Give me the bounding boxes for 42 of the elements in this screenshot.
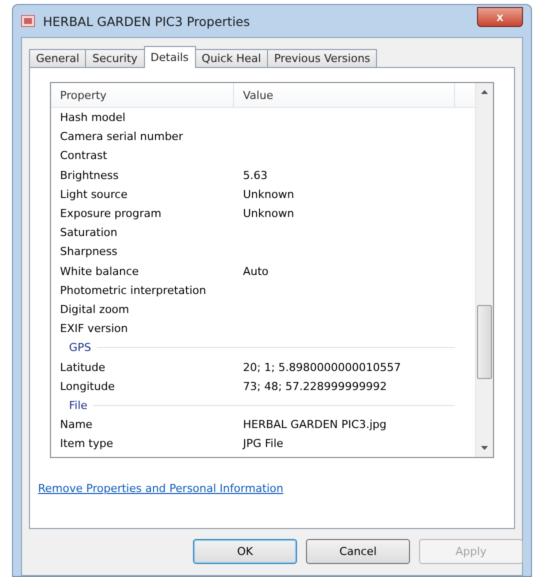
property-value: HERBAL GARDEN PIC3.jpg: [243, 418, 386, 432]
tab[interactable]: Security: [85, 49, 145, 68]
tab[interactable]: General: [29, 49, 86, 68]
property-name: White balance: [59, 264, 140, 278]
dialog-button[interactable]: Cancel: [306, 539, 410, 564]
property-value: Unknown: [243, 188, 294, 201]
property-value: Auto: [243, 264, 269, 278]
property-name: Hash model: [59, 111, 126, 124]
property-name: Longitude: [59, 380, 116, 393]
image-file-icon: [21, 15, 35, 27]
group-header: GPS: [69, 341, 92, 354]
property-name: Photometric interpretation: [59, 284, 208, 297]
tab[interactable]: Previous Versions: [267, 49, 378, 68]
remove-properties-link[interactable]: Remove Properties and Personal Information: [38, 482, 284, 495]
property-name: Latitude: [59, 360, 106, 374]
property-value: JPG File: [243, 437, 284, 450]
property-name: Digital zoom: [59, 302, 130, 316]
scroll-thumb[interactable]: [477, 305, 492, 379]
scrollbar[interactable]: [475, 83, 493, 457]
scroll-down-icon[interactable]: [481, 446, 488, 450]
property-name: EXIF version: [59, 322, 129, 336]
property-name: Camera serial number: [59, 130, 184, 144]
property-value: 20; 1; 5.8980000000010557: [243, 360, 401, 374]
property-name: Brightness: [59, 168, 120, 182]
tab[interactable]: Quick Heal: [194, 49, 268, 68]
property-name: Saturation: [59, 226, 118, 240]
property-value: Unknown: [243, 207, 294, 220]
property-name: Exposure program: [59, 207, 162, 220]
property-name: Name: [59, 418, 94, 432]
property-value: 5.63: [243, 168, 268, 182]
column-header[interactable]: Property: [51, 83, 234, 107]
window-title: HERBAL GARDEN PIC3 Properties: [43, 14, 251, 28]
property-name: Sharpness: [59, 245, 118, 258]
property-name: Contrast: [59, 149, 108, 162]
group-header: File: [69, 398, 88, 412]
property-value: 73; 48; 57.228999999992: [243, 380, 387, 393]
column-header[interactable]: Value: [234, 83, 455, 107]
scroll-up-icon[interactable]: [481, 90, 488, 94]
property-name: Item type: [59, 437, 114, 450]
property-name: Light source: [59, 188, 128, 201]
dialog-button[interactable]: OK: [193, 539, 297, 564]
tab[interactable]: Details: [144, 46, 196, 68]
